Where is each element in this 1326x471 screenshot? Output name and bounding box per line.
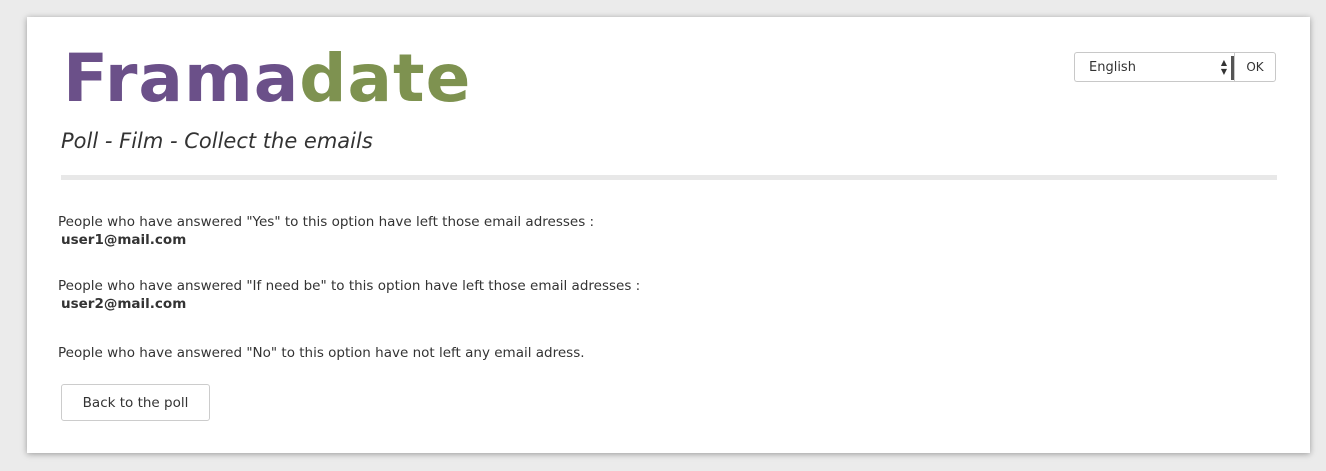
select-separator [1231,56,1234,80]
ifneedbe-answers-section: People who have answered "If need be" to… [58,277,640,314]
language-select-value: English [1089,60,1136,75]
framadate-logo[interactable]: Framadate [63,39,471,119]
no-answers-text: People who have answered "No" to this op… [58,345,585,361]
yes-answers-section: People who have answered "Yes" to this o… [58,213,594,250]
header-divider [61,175,1277,180]
ifneedbe-answers-text: People who have answered "If need be" to… [58,278,641,294]
language-select[interactable]: English ▲ ▼ [1074,52,1234,82]
back-to-poll-button[interactable]: Back to the poll [61,384,210,421]
yes-answers-text: People who have answered "Yes" to this o… [58,214,595,230]
logo-part-frama: Frama [63,40,300,117]
ifneedbe-email: user2@mail.com [61,296,187,312]
language-ok-button[interactable]: OK [1234,52,1276,82]
main-card: Framadate English ▲ ▼ OK Poll - Film - Co… [27,17,1310,453]
no-answers-section: People who have answered "No" to this op… [58,344,585,362]
yes-email: user1@mail.com [61,232,187,248]
logo-part-date: date [299,40,472,117]
language-form: English ▲ ▼ OK [1074,52,1276,82]
select-arrows-icon: ▲ ▼ [1220,58,1228,76]
page-title: Poll - Film - Collect the emails [61,129,373,153]
